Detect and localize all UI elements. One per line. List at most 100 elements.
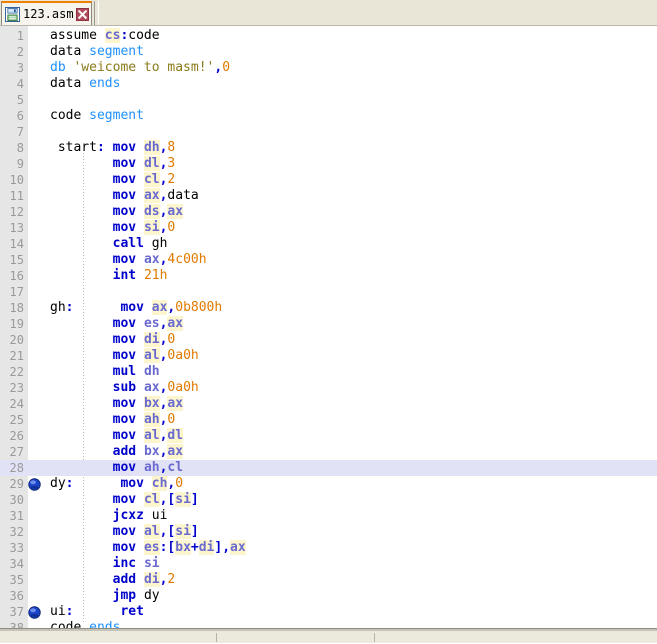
token-regp: ax	[143, 252, 160, 267]
code-line[interactable]: 31 jcxz ui	[0, 508, 657, 524]
code-line[interactable]: 1 assume cs:code	[0, 28, 657, 44]
tab-123-asm[interactable]: 123.asm	[1, 1, 92, 25]
token-num: 2	[167, 572, 176, 587]
code-line[interactable]: 9 mov dl,3	[0, 156, 657, 172]
code-text: mul dh	[50, 364, 160, 380]
code-line[interactable]: 27 add bx,ax	[0, 444, 657, 460]
code-line[interactable]: 16 int 21h	[0, 268, 657, 284]
code-line[interactable]: 28 mov ah,cl	[0, 460, 657, 476]
line-number: 12	[9, 205, 24, 219]
token-reg: dh	[143, 140, 160, 155]
code-line[interactable]: 33 mov es:[bx+di],ax	[0, 540, 657, 556]
token-dir: db	[50, 60, 74, 75]
code-line[interactable]: 3 db 'weicome to masm!',0	[0, 60, 657, 76]
code-line[interactable]: 37 ui: ret	[0, 604, 657, 620]
code-line[interactable]: 10 mov cl,2	[0, 172, 657, 188]
code-line[interactable]: 25 mov ah,0	[0, 412, 657, 428]
line-number: 13	[9, 221, 24, 235]
token-reg: ax	[143, 188, 160, 203]
code-line[interactable]: 2 data segment	[0, 44, 657, 60]
line-number: 18	[9, 301, 24, 315]
token-reg: ax	[167, 396, 184, 411]
code-text: mov di,0	[50, 332, 175, 348]
code-line[interactable]: 17	[0, 284, 657, 300]
line-number: 8	[16, 141, 24, 155]
token-reg: ch	[151, 476, 168, 491]
status-bar-separator	[374, 633, 375, 642]
token-reg: ds	[143, 204, 160, 219]
token-kw: mov	[112, 492, 144, 507]
code-line[interactable]: 15 mov ax,4c00h	[0, 252, 657, 268]
token-reg: di	[143, 572, 160, 587]
code-text: mov ds,ax	[50, 204, 184, 220]
token-regp: ah	[143, 460, 160, 475]
code-line[interactable]: 21 mov al,0a0h	[0, 348, 657, 364]
token-colon: :	[96, 140, 113, 155]
token-num: 0	[167, 220, 176, 235]
line-number: 17	[9, 285, 24, 299]
code-line[interactable]: 26 mov al,dl	[0, 428, 657, 444]
code-line[interactable]: 11 mov ax,data	[0, 188, 657, 204]
token-kw: mov	[112, 252, 144, 267]
line-number: 6	[16, 109, 24, 123]
code-line[interactable]: 7	[0, 124, 657, 140]
code-text: inc si	[50, 556, 160, 572]
token-num: 0	[167, 332, 176, 347]
code-text: int 21h	[50, 268, 168, 284]
line-number: 34	[9, 557, 24, 571]
line-number: 30	[9, 493, 24, 507]
token-kw: mov	[112, 412, 144, 427]
token-plain: code	[50, 108, 90, 123]
token-num: 0a0h	[167, 380, 199, 395]
line-number: 31	[9, 509, 24, 523]
code-line[interactable]: 5	[0, 92, 657, 108]
code-line[interactable]: 4 data ends	[0, 76, 657, 92]
token-kw: mov	[112, 332, 144, 347]
code-line[interactable]: 34 inc si	[0, 556, 657, 572]
bookmark-icon[interactable]	[28, 606, 41, 619]
code-line[interactable]: 30 mov cl,[si]	[0, 492, 657, 508]
editor-surface[interactable]: 1 assume cs:code 2 data segment 3 db 'weicome…	[0, 26, 657, 630]
bookmark-icon[interactable]	[28, 478, 41, 491]
line-number: 5	[16, 93, 24, 107]
code-line[interactable]: 29 dy: mov ch,0	[0, 476, 657, 492]
code-line[interactable]: 14 call gh	[0, 236, 657, 252]
line-number: 4	[16, 77, 24, 91]
line-number: 29	[9, 477, 24, 491]
token-reg: si	[175, 492, 191, 507]
code-line[interactable]: 35 add di,2	[0, 572, 657, 588]
tab-bar: 123.asm	[0, 0, 657, 27]
close-x-icon[interactable]	[75, 7, 89, 21]
code-line[interactable]: 22 mul dh	[0, 364, 657, 380]
code-line[interactable]: 24 mov bx,ax	[0, 396, 657, 412]
token-colon: :	[65, 476, 121, 491]
code-line[interactable]: 12 mov ds,ax	[0, 204, 657, 220]
code-line[interactable]: 13 mov si,0	[0, 220, 657, 236]
code-line[interactable]: 36 jmp dy	[0, 588, 657, 604]
token-kw: inc	[112, 556, 144, 571]
token-plain: code	[128, 28, 160, 43]
code-line[interactable]: 32 mov al,[si]	[0, 524, 657, 540]
token-num: 4c00h	[167, 252, 207, 267]
code-line[interactable]: 23 sub ax,0a0h	[0, 380, 657, 396]
token-plain: data	[50, 76, 90, 91]
code-line[interactable]: 19 mov es,ax	[0, 316, 657, 332]
line-number: 14	[9, 237, 24, 251]
token-reg: bx	[175, 540, 191, 555]
code-line[interactable]: 8 start: mov dh,8	[0, 140, 657, 156]
code-line[interactable]: 6 code segment	[0, 108, 657, 124]
token-reg: al	[143, 348, 160, 363]
line-number: 20	[9, 333, 24, 347]
code-line[interactable]: 18 gh: mov ax,0b800h	[0, 300, 657, 316]
line-number: 25	[9, 413, 24, 427]
code-line[interactable]: 20 mov di,0	[0, 332, 657, 348]
